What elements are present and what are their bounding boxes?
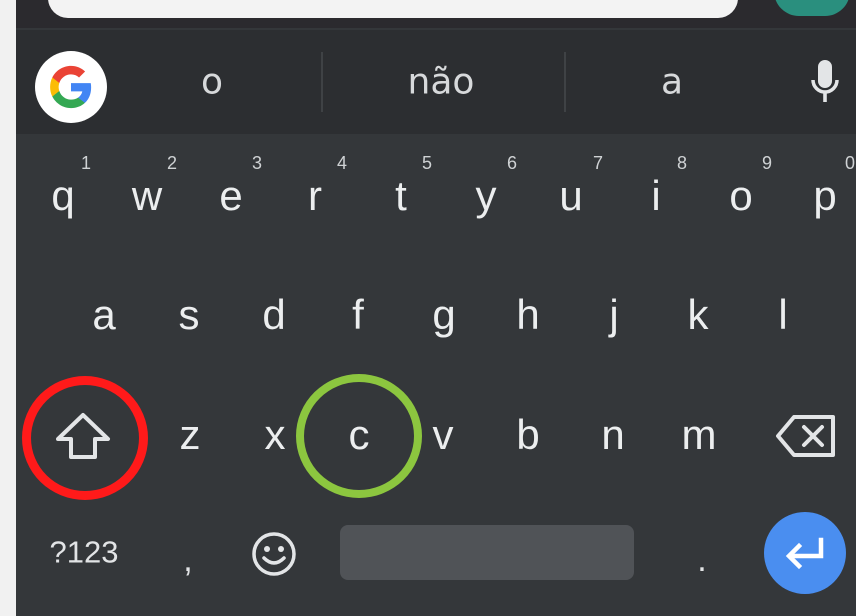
space-bar[interactable] xyxy=(340,525,634,580)
suggestion-1[interactable]: o xyxy=(201,62,223,103)
key-n[interactable]: n xyxy=(601,414,624,456)
enter-arrow-icon xyxy=(785,537,824,570)
suggestion-3[interactable]: a xyxy=(661,62,683,103)
smiley-icon xyxy=(252,532,296,576)
key-hint: 6 xyxy=(506,153,518,173)
keyboard-screen: o não a q 1 w 2 e 3 r 4 t 5 y 6 u 7 i 8 … xyxy=(16,0,856,616)
enter-key[interactable] xyxy=(764,512,846,594)
key-hint: 9 xyxy=(761,153,773,173)
key-hint: 4 xyxy=(336,153,348,173)
key-hint: 7 xyxy=(592,153,604,173)
key-hint: 1 xyxy=(80,153,92,173)
suggestion-divider xyxy=(321,52,323,112)
symbols-key[interactable]: ?123 xyxy=(50,537,119,568)
backspace-icon xyxy=(776,415,835,457)
key-b[interactable]: b xyxy=(516,414,539,456)
app-avatar xyxy=(774,0,850,16)
shift-highlight-ring xyxy=(22,376,148,500)
comma-key[interactable]: , xyxy=(183,543,192,577)
key-f[interactable]: f xyxy=(352,294,364,336)
key-hint: 8 xyxy=(676,153,688,173)
key-v[interactable]: v xyxy=(433,414,454,456)
key-s[interactable]: s xyxy=(179,294,200,336)
key-h[interactable]: h xyxy=(516,294,539,336)
key-z[interactable]: z xyxy=(180,414,201,456)
key-a[interactable]: a xyxy=(92,294,115,336)
key-t[interactable]: t xyxy=(395,175,407,217)
key-j[interactable]: j xyxy=(609,294,618,336)
key-x[interactable]: x xyxy=(265,414,286,456)
key-u[interactable]: u xyxy=(559,175,582,217)
backspace-key[interactable] xyxy=(774,412,838,460)
key-i[interactable]: i xyxy=(651,175,660,217)
suggestion-divider xyxy=(564,52,566,112)
key-y[interactable]: y xyxy=(476,175,497,217)
key-r[interactable]: r xyxy=(308,175,322,217)
app-background-strip xyxy=(16,0,856,28)
key-p[interactable]: p xyxy=(813,175,836,217)
period-key[interactable]: . xyxy=(697,543,706,577)
key-hint: 3 xyxy=(251,153,263,173)
key-hint: 0 xyxy=(844,153,856,173)
key-e[interactable]: e xyxy=(219,175,242,217)
app-text-field[interactable] xyxy=(48,0,738,18)
key-k[interactable]: k xyxy=(688,294,709,336)
key-q[interactable]: q xyxy=(51,175,74,217)
key-l[interactable]: l xyxy=(778,294,787,336)
key-m[interactable]: m xyxy=(682,414,717,456)
suggestion-2[interactable]: não xyxy=(408,62,475,103)
microphone-icon[interactable] xyxy=(810,58,840,106)
key-w[interactable]: w xyxy=(132,175,162,217)
google-g-icon xyxy=(50,65,92,109)
suggestion-bar: o não a xyxy=(16,30,856,134)
emoji-key[interactable] xyxy=(250,530,298,578)
key-g[interactable]: g xyxy=(432,294,455,336)
key-hint: 5 xyxy=(421,153,433,173)
google-button[interactable] xyxy=(35,51,107,123)
key-o[interactable]: o xyxy=(729,175,752,217)
c-key-highlight-ring xyxy=(296,374,422,498)
key-hint: 2 xyxy=(166,153,178,173)
key-d[interactable]: d xyxy=(262,294,285,336)
